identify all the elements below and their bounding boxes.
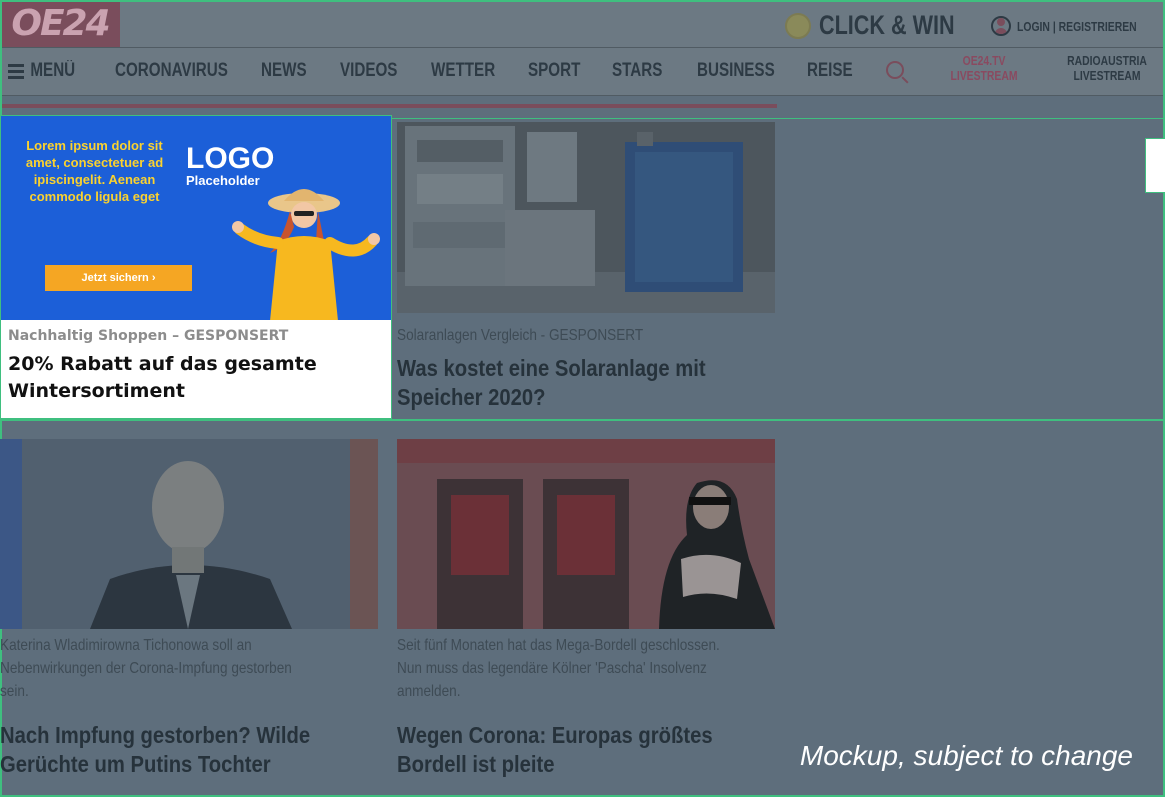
row-divider bbox=[0, 419, 1165, 421]
click-win-label: CLICK & WIN bbox=[819, 10, 955, 40]
article-card-putin[interactable]: Katerina Wladimirowna Tichonowa soll an … bbox=[0, 439, 380, 789]
solar-article-image bbox=[397, 122, 775, 313]
menu-button[interactable]: MENÜ bbox=[8, 48, 75, 94]
nav-item-videos[interactable]: VIDEOS bbox=[340, 48, 397, 94]
click-and-win[interactable]: CLICK & WIN bbox=[785, 10, 969, 41]
accent-divider bbox=[0, 104, 777, 108]
solar-headline[interactable]: Was kostet eine Solaranlage mit Speicher… bbox=[397, 354, 706, 412]
nav-item-wetter[interactable]: WETTER bbox=[431, 48, 495, 94]
bordell-headline[interactable]: Wegen Corona: Europas größtes Bordell is… bbox=[397, 721, 713, 779]
radioaustria-livestream-link[interactable]: RADIOAUSTRIA LIVESTREAM bbox=[1063, 53, 1151, 83]
bordell-article-image bbox=[397, 439, 775, 629]
nav-item-business[interactable]: BUSINESS bbox=[697, 48, 775, 94]
frame-top bbox=[0, 0, 1165, 2]
search-icon[interactable] bbox=[886, 61, 904, 79]
login-separator: | bbox=[1052, 18, 1056, 34]
nav-item-sport[interactable]: SPORT bbox=[528, 48, 580, 94]
bordell-kicker: Seit fünf Monaten hat das Mega-Bordell g… bbox=[397, 637, 720, 700]
putin-article-image bbox=[0, 439, 378, 629]
article-card-solar[interactable]: Solaranlagen Vergleich - GESPONSERT Was … bbox=[397, 122, 777, 418]
ad-cta-button[interactable]: Jetzt sichern › bbox=[45, 265, 192, 291]
mockup-watermark: Mockup, subject to change bbox=[799, 740, 1133, 771]
oe24tv-livestream-link[interactable]: OE24.TV LIVESTREAM bbox=[944, 53, 1024, 83]
row1-top-line bbox=[392, 118, 1165, 119]
nav-item-stars[interactable]: STARS bbox=[612, 48, 662, 94]
register-link[interactable]: REGISTRIEREN bbox=[1059, 19, 1137, 34]
user-icon[interactable] bbox=[991, 16, 1011, 36]
hamburger-icon bbox=[8, 61, 24, 82]
nav-item-coronavirus[interactable]: CORONAVIRUS bbox=[115, 48, 228, 94]
putin-headline[interactable]: Nach Impfung gestorben? Wilde Gerüchte u… bbox=[0, 721, 310, 779]
top-bar: OE24 CLICK & WIN LOGIN | REGISTRIEREN bbox=[0, 0, 1165, 48]
side-widget[interactable] bbox=[1145, 138, 1165, 193]
site-logo[interactable]: OE24 bbox=[0, 0, 120, 47]
ad-logo: LOGO bbox=[186, 142, 275, 175]
nav-item-news[interactable]: NEWS bbox=[261, 48, 307, 94]
menu-label: MENÜ bbox=[30, 60, 76, 81]
ad-text: Nachhaltig Shoppen – GESPONSERT 20% Raba… bbox=[8, 321, 388, 405]
coin-icon bbox=[785, 12, 811, 39]
article-card-bordell[interactable]: Seit fünf Monaten hat das Mega-Bordell g… bbox=[397, 439, 777, 789]
nav-item-reise[interactable]: REISE bbox=[807, 48, 853, 94]
solar-kicker: Solaranlagen Vergleich - GESPONSERT bbox=[397, 327, 644, 344]
putin-kicker: Katerina Wladimirowna Tichonowa soll an … bbox=[0, 637, 292, 700]
login-area: LOGIN | REGISTRIEREN bbox=[991, 16, 1157, 36]
ad-banner[interactable]: Lorem ipsum dolor sit amet, consectetuer… bbox=[1, 116, 391, 320]
login-link[interactable]: LOGIN bbox=[1017, 19, 1050, 34]
sponsored-ad-card[interactable]: Lorem ipsum dolor sit amet, consectetuer… bbox=[0, 115, 392, 419]
ad-model-image bbox=[232, 189, 380, 320]
ad-headline[interactable]: 20% Rabatt auf das gesamte Wintersortime… bbox=[8, 351, 388, 405]
main-nav: MENÜ CORONAVIRUS NEWS VIDEOS WETTER SPOR… bbox=[0, 48, 1165, 96]
ad-copy: Lorem ipsum dolor sit amet, consectetuer… bbox=[25, 138, 164, 204]
ad-kicker: Nachhaltig Shoppen – GESPONSERT bbox=[8, 328, 289, 344]
